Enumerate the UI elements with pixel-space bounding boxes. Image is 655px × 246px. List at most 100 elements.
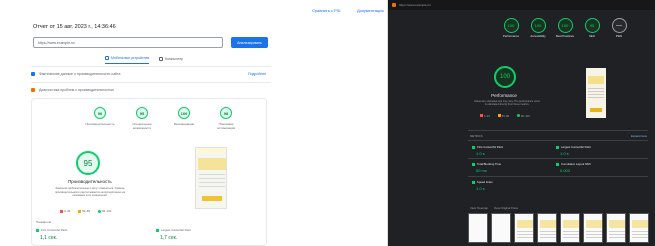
filmstrip-frame (583, 213, 603, 243)
filmstrip-frame (560, 213, 580, 243)
metric-speed-index: Speed Index (472, 180, 493, 184)
url-input[interactable]: https://www.example.ru/ (33, 37, 223, 48)
metric-value: 1.0 s (560, 151, 569, 156)
gauge-seo[interactable]: 95 SEO (582, 18, 602, 38)
square-icon (497, 114, 501, 117)
view-trace-button[interactable]: View Original Trace (494, 206, 518, 210)
lighthouse-panel: https://www.example.ru/ 100 Performance … (388, 0, 655, 246)
lighthouse-icon (31, 88, 35, 92)
square-icon (78, 209, 82, 213)
good-icon (156, 228, 159, 232)
top-links: Сравнить с PSI Документация (0, 8, 387, 18)
good-icon (556, 145, 559, 149)
metric-name: Cumulative Layout Shift (561, 162, 591, 166)
circle-icon (98, 209, 102, 213)
filmstrip-frame (514, 213, 534, 243)
metrics-heading: Показатели (36, 220, 52, 224)
tab-desktop[interactable]: Компьютер (159, 56, 183, 64)
diagnose-section[interactable]: Диагностика проблем с производительность… (31, 85, 271, 95)
expand-view-link[interactable]: Expand view (631, 134, 647, 138)
filmstrip-frame (629, 213, 649, 243)
analyze-button[interactable]: Анализировать (231, 37, 268, 48)
pwa-icon: — (611, 18, 627, 33)
metric-name: First Contentful Paint (477, 145, 504, 149)
legend-good-label: 90–100 (102, 209, 112, 213)
metric-fcp: First Contentful Paint (472, 145, 503, 149)
performance-big-gauge: 100 (494, 66, 516, 88)
metric-value: 0.003 (560, 168, 571, 173)
learn-more-link[interactable]: Подробнее (248, 72, 266, 76)
score-legend: 0–49 50–89 90–100 (480, 114, 530, 118)
legend-poor-label: 0–49 (64, 209, 71, 213)
metric-value: 1,7 сек. (160, 235, 178, 241)
filmstrip-frame (606, 213, 626, 243)
performance-description: Значения приблизительные и могут изменят… (54, 187, 126, 198)
divider (468, 140, 648, 141)
gauge-label: PWA (615, 34, 623, 38)
legend-average: 50–89 (78, 209, 90, 213)
good-icon (472, 180, 475, 184)
gauge-label: Производительность (85, 122, 115, 126)
gauge-score: 100 (178, 107, 190, 119)
metric-tbt: Total Blocking Time (472, 162, 501, 166)
gauge-performance[interactable]: 96 Производительность (85, 107, 115, 130)
legend-average-label: 50–89 (82, 209, 91, 213)
divider (31, 66, 271, 67)
divider (31, 82, 271, 83)
good-icon (472, 145, 475, 149)
metric-name: Speed Index (477, 180, 493, 184)
docs-link[interactable]: Документация (357, 8, 384, 13)
divider (468, 130, 648, 131)
phone-icon (105, 56, 109, 60)
tab-desktop-label: Компьютер (165, 56, 184, 61)
good-icon (36, 228, 39, 232)
device-tabs: Мобильные устройства Компьютер (105, 56, 183, 64)
gauge-performance[interactable]: 100 Performance (501, 18, 521, 38)
gauge-score: 100 (503, 18, 519, 33)
gauge-label: Специальные возможности (132, 122, 152, 130)
people-icon (31, 72, 35, 76)
gauge-label: Performance (502, 34, 519, 38)
desktop-icon (159, 56, 164, 61)
metric-name: Total Blocking Time (477, 162, 502, 166)
metric-cls: Cumulative Layout Shift (556, 162, 591, 166)
gauge-accessibility[interactable]: 100 Accessibility (528, 18, 548, 38)
gauge-label: Accessibility (530, 34, 546, 38)
metric-name: Largest Contentful Paint (561, 145, 592, 149)
view-treemap-button[interactable]: View Treemap (470, 206, 488, 210)
page-screenshot (586, 68, 606, 118)
metrics-heading: METRICS (470, 134, 483, 138)
performance-big-gauge: 95 (76, 151, 100, 175)
field-data-section[interactable]: Фактические данные о производительности … (31, 69, 271, 79)
metric-value: 1,1 сек. (40, 235, 58, 241)
gauge-accessibility[interactable]: 95 Специальные возможности (130, 107, 154, 130)
triangle-icon (480, 114, 483, 117)
page-screenshot (195, 147, 227, 209)
legend-average-label: 50–89 (501, 115, 509, 118)
legend-poor-label: 0–49 (484, 115, 490, 118)
lighthouse-icon (392, 3, 396, 7)
filmstrip (468, 213, 649, 243)
gauge-label: Рекомендации (173, 122, 195, 126)
tab-mobile-label: Мобильные устройства (111, 56, 150, 60)
filmstrip-frame (537, 213, 557, 243)
gauge-seo[interactable]: 98 Поисковая оптимизация (214, 107, 238, 130)
tab-mobile[interactable]: Мобильные устройства (105, 56, 150, 64)
gauge-score: 100 (557, 18, 573, 33)
view-options: View Treemap View Original Trace (470, 206, 518, 210)
metric-value: 1.0 s (476, 151, 485, 156)
gauge-best-practices[interactable]: 100 Рекомендации (172, 107, 196, 130)
metric-value: 50 ms (476, 168, 487, 173)
gauge-best-practices[interactable]: 100 Best Practices (555, 18, 575, 38)
divider (468, 158, 648, 159)
performance-description: Values are estimated and may vary. The p… (474, 100, 541, 107)
legend-good-label: 90–100 (521, 115, 530, 118)
metric-name: Largest Contentful Paint (161, 228, 192, 232)
metric-lcp: Largest Contentful Paint (156, 228, 191, 232)
gauge-pwa[interactable]: — PWA (609, 18, 629, 38)
metric-fcp: First Contentful Paint (36, 228, 67, 232)
filmstrip-frame (491, 213, 511, 243)
compare-link[interactable]: Сравнить с PSI (312, 8, 341, 13)
metric-lcp: Largest Contentful Paint (556, 145, 591, 149)
category-gauges: 96 Производительность 95 Специальные воз… (85, 107, 238, 130)
